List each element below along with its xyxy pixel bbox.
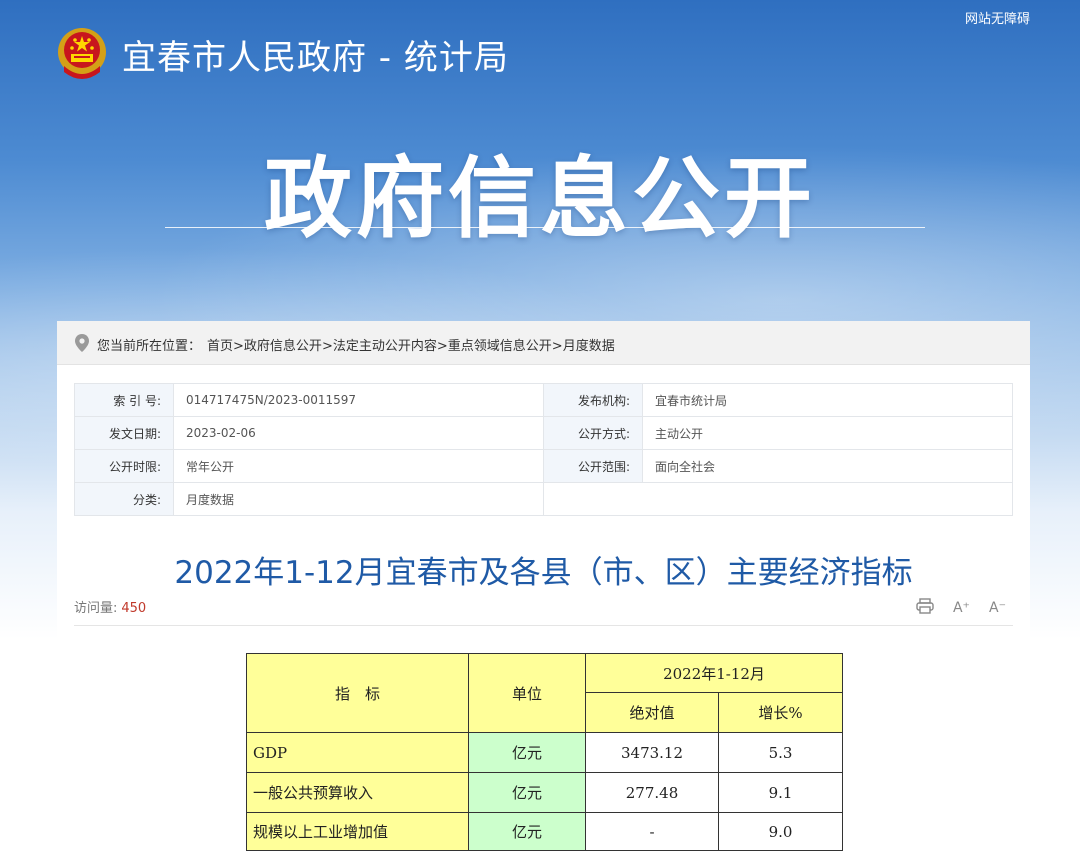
content-panel: 您当前所在位置： 首页>政府信息公开>法定主动公开内容>重点领域信息公开>月度数… — [57, 321, 1030, 853]
breadcrumb-item-statutory[interactable]: 法定主动公开内容 — [333, 339, 437, 354]
row-name: GDP — [246, 732, 469, 773]
publisher-label: 发布机构: — [543, 383, 643, 417]
date-value: 2023-02-06 — [173, 416, 544, 450]
row-value: 277.48 — [585, 772, 719, 813]
economic-indicators-table: 指 标 单位 2022年1-12月 绝对值 增长% GDP 亿元 3473.12… — [246, 653, 843, 851]
hero-title: 政府信息公开 — [263, 147, 816, 250]
visit-count: 访问量: 450 — [74, 597, 146, 616]
breadcrumb-item-monthly[interactable]: 月度数据 — [563, 339, 615, 354]
breadcrumb-separator: > — [321, 339, 333, 354]
row-unit: 亿元 — [468, 812, 586, 851]
index-label: 索 引 号: — [74, 383, 174, 417]
header-absolute: 绝对值 — [585, 692, 719, 733]
breadcrumb-item-gov-info[interactable]: 政府信息公开 — [244, 339, 322, 354]
print-icon[interactable] — [916, 597, 934, 618]
date-label: 发文日期: — [74, 416, 174, 450]
row-name: 规模以上工业增加值 — [246, 812, 469, 851]
visits-label: 访问量: — [74, 601, 118, 616]
article-tools: A⁺ A⁻ — [902, 597, 1006, 617]
breadcrumb-separator: > — [233, 339, 244, 354]
scope-label: 公开范围: — [543, 449, 643, 483]
method-label: 公开方式: — [543, 416, 643, 450]
row-growth: 9.0 — [718, 812, 843, 851]
header-growth: 增长% — [718, 692, 843, 733]
category-value: 月度数据 — [173, 482, 544, 516]
period-label: 公开时限: — [74, 449, 174, 483]
row-value: - — [585, 812, 719, 851]
title-divider — [74, 625, 1013, 626]
breadcrumb-path: 首页>政府信息公开>法定主动公开内容>重点领域信息公开>月度数据 — [207, 335, 615, 354]
font-decrease-button[interactable]: A⁻ — [989, 600, 1006, 616]
header-period: 2022年1-12月 — [585, 653, 843, 693]
method-value: 主动公开 — [642, 416, 1013, 450]
category-label: 分类: — [74, 482, 174, 516]
publisher-value: 宜春市统计局 — [642, 383, 1013, 417]
breadcrumb-label: 您当前所在位置： — [97, 339, 202, 354]
hero-divider — [165, 227, 925, 228]
breadcrumb: 您当前所在位置： 首页>政府信息公开>法定主动公开内容>重点领域信息公开>月度数… — [57, 321, 1030, 365]
row-value: 3473.12 — [585, 732, 719, 773]
breadcrumb-separator: > — [551, 339, 563, 354]
accessibility-link[interactable]: 网站无障碍 — [965, 8, 1030, 27]
period-value: 常年公开 — [173, 449, 544, 483]
breadcrumb-item-home[interactable]: 首页 — [207, 339, 233, 354]
national-emblem-icon — [58, 28, 106, 79]
article-title: 2022年1-12月宜春市及各县（市、区）主要经济指标 — [174, 555, 913, 591]
breadcrumb-separator: > — [436, 339, 448, 354]
header-indicator: 指 标 — [246, 653, 469, 733]
row-name: 一般公共预算收入 — [246, 772, 469, 813]
index-value: 014717475N/2023-0011597 — [173, 383, 544, 417]
row-growth: 9.1 — [718, 772, 843, 813]
breadcrumb-item-key-areas[interactable]: 重点领域信息公开 — [448, 339, 552, 354]
row-growth: 5.3 — [718, 732, 843, 773]
row-unit: 亿元 — [468, 772, 586, 813]
empty-cell — [543, 482, 1013, 516]
site-title[interactable]: 宜春市人民政府 - 统计局 — [122, 30, 509, 79]
scope-value: 面向全社会 — [642, 449, 1013, 483]
header-unit: 单位 — [468, 653, 586, 733]
visits-value: 450 — [121, 601, 147, 616]
metadata-table: 索 引 号: 014717475N/2023-0011597 发布机构: 宜春市… — [74, 383, 1013, 516]
row-unit: 亿元 — [468, 732, 586, 773]
location-pin-icon — [75, 334, 89, 352]
font-increase-button[interactable]: A⁺ — [953, 600, 970, 616]
